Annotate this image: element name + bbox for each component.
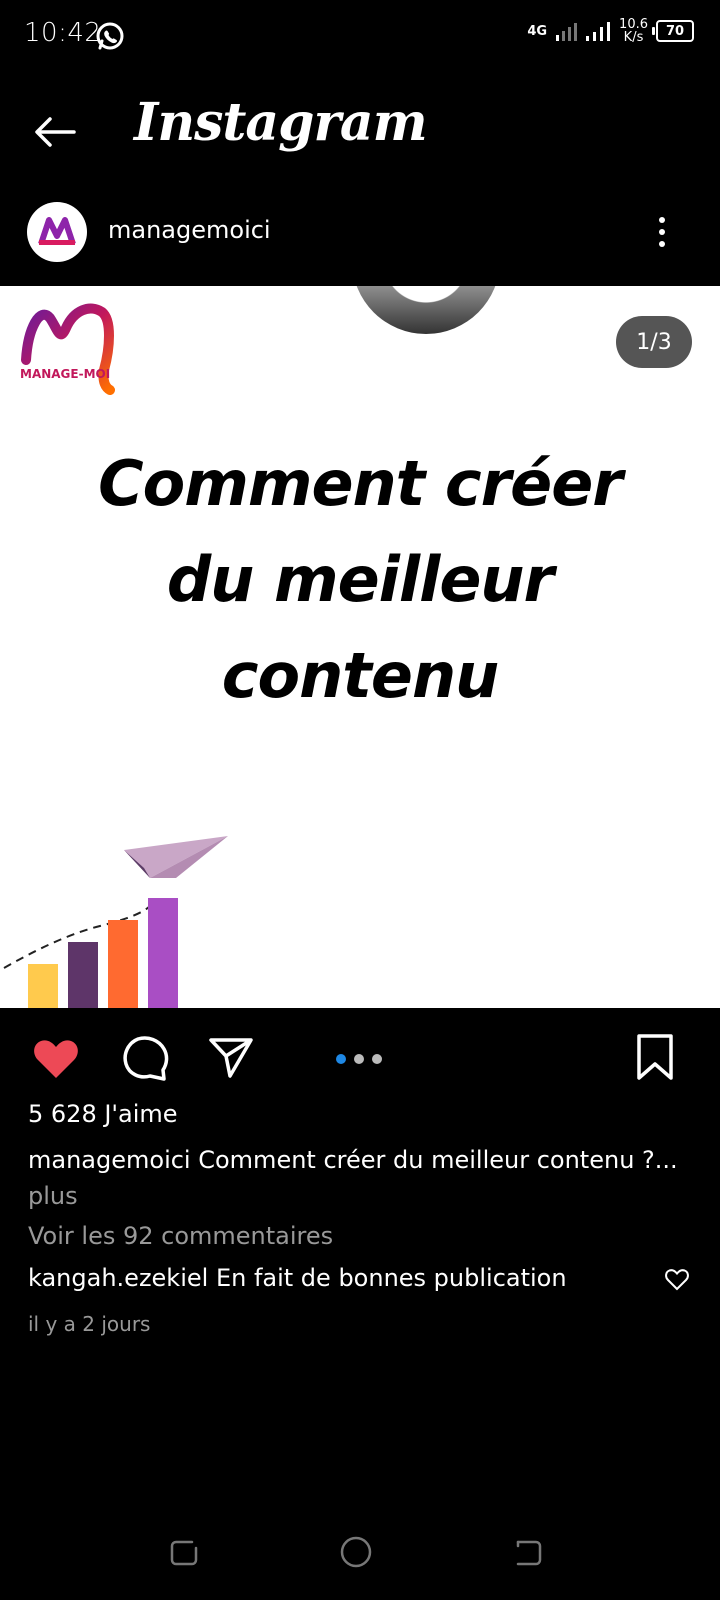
bar-4 [148,898,178,1008]
battery-level: 70 [665,23,685,39]
post-header: managemoici [0,196,720,276]
decorative-ring [352,286,500,334]
headline-line-3: contenu [221,639,499,712]
nav-recents-icon[interactable] [164,1532,204,1572]
share-icon[interactable] [206,1032,256,1082]
brand-logo-text: MANAGE-MOI [20,367,110,381]
like-count[interactable]: 5 628 J'aime [28,1100,178,1128]
network-type: 4G [527,23,548,39]
more-vertical-icon[interactable] [652,214,672,250]
post-caption: managemoici Comment créer du meilleur co… [28,1142,688,1214]
small-heart-icon[interactable] [664,1266,690,1292]
comment-text: En fait de bonnes publication [208,1264,567,1292]
carousel-dot-active [336,1054,346,1064]
bar-2 [68,942,98,1008]
system-nav-bar [0,1520,720,1580]
whatsapp-icon [96,22,124,50]
caption-more-link[interactable]: plus [28,1178,688,1214]
signal-icon [556,23,578,41]
post-timestamp: il y a 2 jours [28,1312,151,1336]
growth-chart-illustration [3,836,228,1008]
app-title: Instagram [134,92,428,153]
status-time: 10:42 [24,18,102,48]
carousel-dots [336,1054,382,1064]
brand-logo: MANAGE-MOI [20,303,115,395]
headline-line-2: du meilleur [166,543,554,616]
post-image[interactable]: MANAGE-MOI 1/3 Comment créer du meilleur… [0,286,720,1008]
status-bar: 10:42 4G 10.6 K/s 70 [0,0,720,72]
battery-indicator: 70 [652,20,694,42]
back-arrow-icon[interactable] [30,106,82,158]
avatar-logo-icon [38,217,76,245]
view-comments-link[interactable]: Voir les 92 commentaires [28,1222,333,1250]
heart-icon[interactable] [30,1032,82,1084]
network-speed: 10.6 K/s [619,18,648,44]
comment-icon[interactable] [120,1032,170,1082]
avatar[interactable] [27,202,87,262]
post-headline: Comment créer du meilleur contenu [0,436,720,724]
bar-3 [108,920,138,1008]
carousel-dot [354,1054,364,1064]
app-header: Instagram [0,80,720,180]
post-username[interactable]: managemoici [108,216,271,244]
speed-unit: K/s [623,30,644,45]
bar-1 [28,964,58,1008]
nav-back-icon[interactable] [508,1532,548,1572]
post-actions [0,1008,720,1108]
comment-username[interactable]: kangah.ezekiel [28,1264,208,1292]
caption-text: Comment créer du meilleur contenu ?... [190,1146,678,1174]
comment-row: kangah.ezekiel En fait de bonnes publica… [28,1264,698,1292]
bookmark-icon[interactable] [634,1032,676,1082]
nav-home-icon[interactable] [336,1532,376,1572]
status-indicators: 4G 10.6 K/s 70 [527,18,694,44]
carousel-dot [372,1054,382,1064]
caption-username[interactable]: managemoici [28,1146,191,1174]
carousel-counter: 1/3 [616,316,692,368]
carousel-counter-text: 1/3 [636,329,672,355]
signal-icon-2 [586,22,611,41]
headline-line-1: Comment créer [98,447,623,520]
